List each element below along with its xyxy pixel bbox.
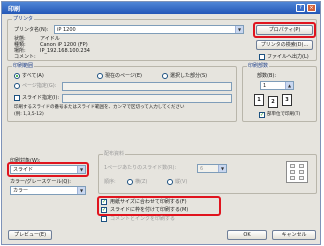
range-selection-label: 選択した部分(S) bbox=[170, 73, 208, 79]
copies-group-label: 印刷部数 bbox=[247, 63, 270, 69]
preview-button[interactable]: プレビュー(E) bbox=[8, 230, 52, 240]
order-vertical-label: 縦(V) bbox=[175, 179, 188, 185]
range-slide-input[interactable] bbox=[62, 94, 232, 103]
close-button[interactable]: × bbox=[307, 4, 316, 12]
help-button[interactable]: ? bbox=[296, 4, 305, 12]
cancel-button[interactable]: キャンセル bbox=[272, 230, 316, 240]
ok-button[interactable]: OK bbox=[227, 230, 267, 240]
slides-per-page-value: 6 bbox=[200, 166, 204, 172]
order-horizontal-radio[interactable] bbox=[127, 179, 133, 185]
print-to-file-checkbox[interactable] bbox=[259, 54, 265, 60]
print-what-highlight bbox=[7, 162, 89, 177]
print-to-file-label: ファイルへ出力(L) bbox=[267, 54, 309, 60]
range-pages-input[interactable] bbox=[62, 82, 232, 91]
print-comments-checkbox[interactable] bbox=[101, 216, 107, 222]
chevron-down-icon: ▼ bbox=[77, 187, 85, 194]
range-pages-radio[interactable] bbox=[14, 83, 20, 89]
where-value: IP_192.168.100.234 bbox=[40, 48, 90, 54]
range-all-label: すべて(A) bbox=[22, 73, 44, 79]
handouts-group: 配布資料 bbox=[98, 151, 317, 194]
handouts-group-label: 配布資料 bbox=[103, 151, 126, 157]
range-hint-line2: (例: 1,3,5-12) bbox=[14, 112, 44, 117]
color-label: カラー/グレースケール(Q): bbox=[10, 179, 71, 185]
options-highlight bbox=[97, 196, 221, 216]
printer-name-label: プリンタ名(N): bbox=[14, 27, 49, 33]
copies-count-value: 1 bbox=[263, 83, 267, 89]
range-current-radio[interactable] bbox=[97, 73, 103, 79]
range-selection-radio[interactable] bbox=[162, 73, 168, 79]
chevron-down-icon: ▼ bbox=[218, 165, 226, 172]
range-hint-line1: 印刷するスライドの番号またはスライド範囲を、カンマで区切って入力してください bbox=[14, 105, 185, 110]
copies-count-input[interactable]: 1 ▲ bbox=[260, 81, 294, 90]
copies-count-label: 部数(B): bbox=[257, 73, 277, 79]
order-vertical-radio[interactable] bbox=[167, 179, 173, 185]
order-label: 順序: bbox=[104, 179, 116, 185]
range-current-label: 現在のページ(E) bbox=[105, 73, 142, 79]
print-range-group-label: 印刷範囲 bbox=[12, 63, 35, 69]
printer-group-label: プリンタ bbox=[12, 16, 35, 22]
print-dialog: 印刷 ? × プリンタ プリンタ名(N): iP 1200 ▼ プロパティ(P)… bbox=[1, 1, 321, 245]
range-pages-label: ページ指定(G): bbox=[22, 83, 57, 89]
comment-label: コメント: bbox=[14, 54, 36, 60]
slides-per-page-select[interactable]: 6 ▼ bbox=[197, 164, 227, 173]
slides-per-page-label: 1ページあたりのスライド数(R): bbox=[104, 165, 177, 171]
printer-name-value: iP 1200 bbox=[57, 27, 76, 33]
properties-highlight bbox=[253, 22, 316, 38]
range-all-radio[interactable] bbox=[14, 73, 20, 79]
page-stack-icon-2: 2 bbox=[268, 96, 278, 108]
printer-name-select[interactable]: iP 1200 ▼ bbox=[54, 25, 244, 34]
find-printer-button[interactable]: プリンタの検索(D)... bbox=[256, 40, 313, 50]
color-select[interactable]: カラー ▼ bbox=[10, 186, 86, 195]
collate-label: 部単位で印刷(T) bbox=[267, 112, 301, 117]
color-value: カラー bbox=[13, 188, 29, 194]
page-stack-icon-3: 3 bbox=[282, 94, 292, 106]
order-horizontal-label: 横(Z) bbox=[135, 179, 148, 185]
handout-layout-preview bbox=[286, 161, 308, 183]
chevron-down-icon: ▼ bbox=[235, 26, 243, 33]
page-stack-icon-1: 1 bbox=[254, 94, 264, 106]
spinner-icon[interactable]: ▲ bbox=[285, 82, 293, 89]
range-slide-label: スライド指定(I): bbox=[22, 95, 60, 101]
dialog-title: 印刷 bbox=[8, 6, 21, 13]
range-slide-checkbox[interactable] bbox=[14, 95, 20, 101]
collate-checkbox[interactable]: ✓ bbox=[259, 112, 265, 118]
print-comments-label: コメントとインクを印刷する bbox=[110, 216, 176, 222]
title-bar: 印刷 ? × bbox=[2, 2, 320, 14]
